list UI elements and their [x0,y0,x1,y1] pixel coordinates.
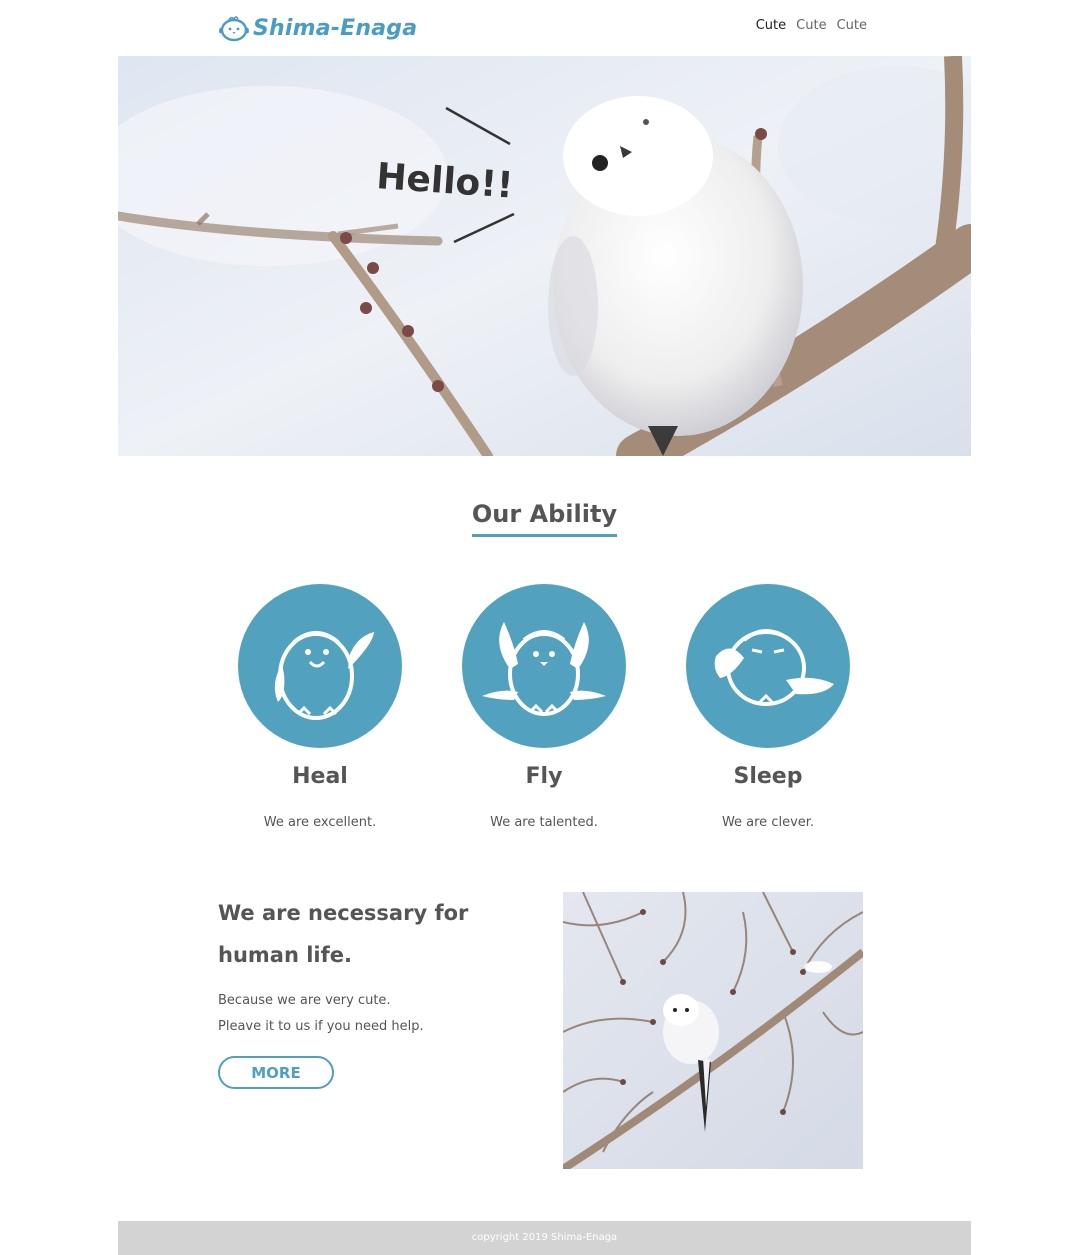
logo[interactable]: Shima-Enaga [218,12,417,44]
ability-fly: Fly We are talented. [444,584,644,830]
ability-fly-desc: We are talented. [490,815,598,830]
ability-section-title: Our Ability [0,500,1089,537]
bird-sleep-icon [714,629,834,706]
main-nav: Cute Cute Cute [756,18,867,33]
logo-text: Shima-Enaga [253,15,418,41]
ability-heal: Heal We are excellent. [220,584,420,830]
ability-title: Our Ability [471,500,618,537]
nav-link-3[interactable]: Cute [837,18,867,33]
footer-copyright: copyright 2019 Shima-Enaga [471,1232,618,1243]
bird-logo-icon [219,16,249,42]
necessary-heading-line2: human life. [218,943,352,967]
necessary-heading-line1: We are necessary for [218,901,469,925]
necessary-desc-line2: Pleave it to us if you need help. [218,1019,424,1034]
ability-sleep: Sleep We are clever. [668,584,868,830]
ability-sleep-title: Sleep [733,764,803,789]
necessary-desc-line1: Because we are very cute. [218,993,391,1008]
necessary-desc: Because we are very cute. Pleave it to u… [218,988,518,1040]
ability-sleep-desc: We are clever. [721,815,815,830]
hero-image: Hello!! [118,56,971,456]
nav-link-2[interactable]: Cute [796,18,826,33]
ability-heal-desc: We are excellent. [263,815,377,830]
bird-fly-icon [482,622,606,716]
bird-heal-icon [274,631,374,720]
bird-on-branch-photo [563,892,863,1169]
necessary-heading: We are necessary for human life. [218,892,518,976]
necessary-section: We are necessary for human life. Because… [218,892,518,1089]
nav-link-1[interactable]: Cute [756,18,786,33]
ability-heal-circle [238,584,402,748]
more-button[interactable]: MORE [218,1056,334,1089]
ability-fly-circle [462,584,626,748]
ability-sleep-circle [686,584,850,748]
ability-fly-title: Fly [525,764,563,789]
site-header: Shima-Enaga Cute Cute Cute [0,0,1089,56]
site-footer: copyright 2019 Shima-Enaga [118,1221,971,1255]
ability-heal-title: Heal [292,764,348,789]
